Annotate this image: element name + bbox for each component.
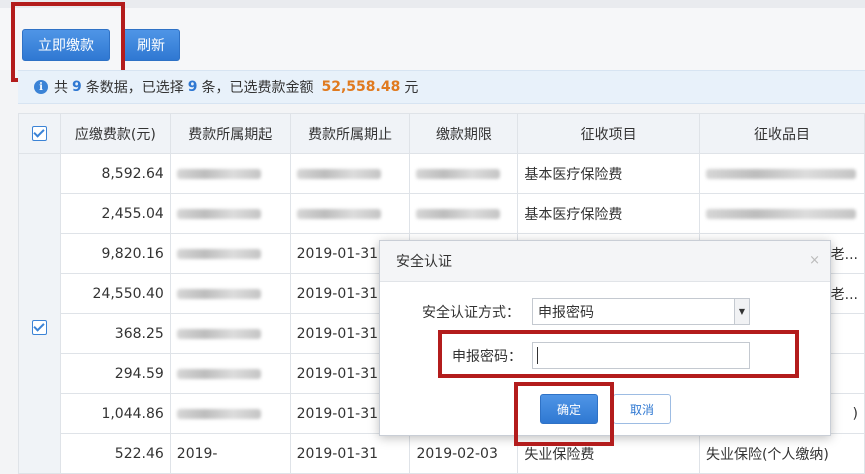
info-icon: i — [34, 80, 48, 94]
col-header-deadline: 缴款期限 — [409, 113, 519, 154]
top-strip — [0, 0, 865, 8]
table-header-row: 应缴费款(元) 费款所属期起 费款所属期止 缴款期限 征收项目 征收品目 — [18, 113, 865, 154]
cell-amount: 1,044.86 — [59, 393, 171, 434]
col-header-subitem: 征收品目 — [698, 113, 865, 154]
cell-deadline — [409, 193, 519, 234]
cell-subitem — [698, 153, 865, 194]
cell-amount: 522.46 — [59, 433, 171, 474]
info-mid2: 条，已选费款金额 — [201, 80, 314, 96]
cell-end — [289, 193, 411, 234]
cell-amount: 9,820.16 — [59, 233, 171, 274]
auth-method-select[interactable]: 申报密码 ▼ — [532, 298, 750, 325]
confirm-button[interactable]: 确定 — [540, 394, 598, 424]
cell-item: 基本医疗保险费 — [517, 153, 700, 194]
row-checkbox[interactable] — [31, 319, 47, 335]
select-all-checkbox[interactable] — [31, 126, 47, 141]
row-checkbox-cell[interactable] — [18, 153, 61, 474]
info-mid1: 条数据，已选择 — [85, 80, 184, 96]
cancel-button[interactable]: 取消 — [613, 394, 671, 424]
cell-end — [289, 153, 411, 194]
close-icon[interactable]: × — [809, 253, 820, 268]
cell-end: 2019-01-31 — [289, 433, 411, 474]
cell-amount: 24,550.40 — [59, 273, 171, 314]
security-auth-dialog: 安全认证 × 安全认证方式： 申报密码 ▼ 申报密码： 确定 取消 — [379, 240, 831, 436]
info-unit: 元 — [404, 80, 419, 96]
cell-amount: 8,592.64 — [59, 153, 171, 194]
info-bar: i 共 9 条数据，已选择 9 条，已选费款金额 52,558.48 元 — [18, 70, 865, 104]
col-header-end: 费款所属期止 — [289, 113, 411, 154]
table-row[interactable]: 522.46 2019- 2019-01-31 2019-02-03 失业保险费… — [19, 433, 865, 474]
cell-deadline: 2019-02-03 — [409, 433, 519, 474]
cell-start — [169, 353, 291, 394]
cell-start — [169, 313, 291, 354]
cell-amount: 2,455.04 — [59, 193, 171, 234]
cell-item: 基本医疗保险费 — [517, 193, 700, 234]
col-header-amount: 应缴费款(元) — [59, 113, 171, 154]
chevron-down-icon[interactable]: ▼ — [734, 299, 749, 324]
cell-start — [169, 233, 291, 274]
refresh-button[interactable]: 刷新 — [122, 29, 180, 61]
select-all-cell[interactable] — [18, 113, 61, 154]
col-header-item: 征收项目 — [517, 113, 700, 154]
cell-start — [169, 193, 291, 234]
cell-subitem: 失业保险(个人缴纳) — [698, 433, 865, 474]
info-amount: 52,558.48 — [321, 79, 401, 95]
dialog-header: 安全认证 — [380, 241, 830, 282]
col-header-start: 费款所属期起 — [169, 113, 291, 154]
cell-subitem — [698, 193, 865, 234]
dialog-title: 安全认证 — [396, 254, 452, 270]
password-label: 申报密码： — [452, 349, 522, 365]
text-caret — [537, 347, 538, 364]
pay-now-button[interactable]: 立即缴款 — [22, 29, 110, 61]
cell-amount: 368.25 — [59, 313, 171, 354]
cell-item: 失业保险费 — [517, 433, 700, 474]
table-row[interactable]: 2,455.04 基本医疗保险费 — [19, 193, 865, 234]
cell-deadline — [409, 153, 519, 194]
auth-method-value: 申报密码 — [538, 304, 594, 321]
cell-start — [169, 393, 291, 434]
cell-start — [169, 273, 291, 314]
info-total-count: 9 — [72, 79, 82, 95]
auth-method-label: 安全认证方式： — [422, 305, 520, 321]
password-input[interactable] — [532, 342, 750, 369]
cell-start: 2019- — [169, 433, 291, 474]
table-row[interactable]: 8,592.64 基本医疗保险费 — [18, 153, 865, 474]
cell-amount: 294.59 — [59, 353, 171, 394]
info-selected-count: 9 — [187, 79, 198, 95]
cell-start — [169, 153, 291, 194]
info-prefix: 共 — [54, 80, 68, 96]
